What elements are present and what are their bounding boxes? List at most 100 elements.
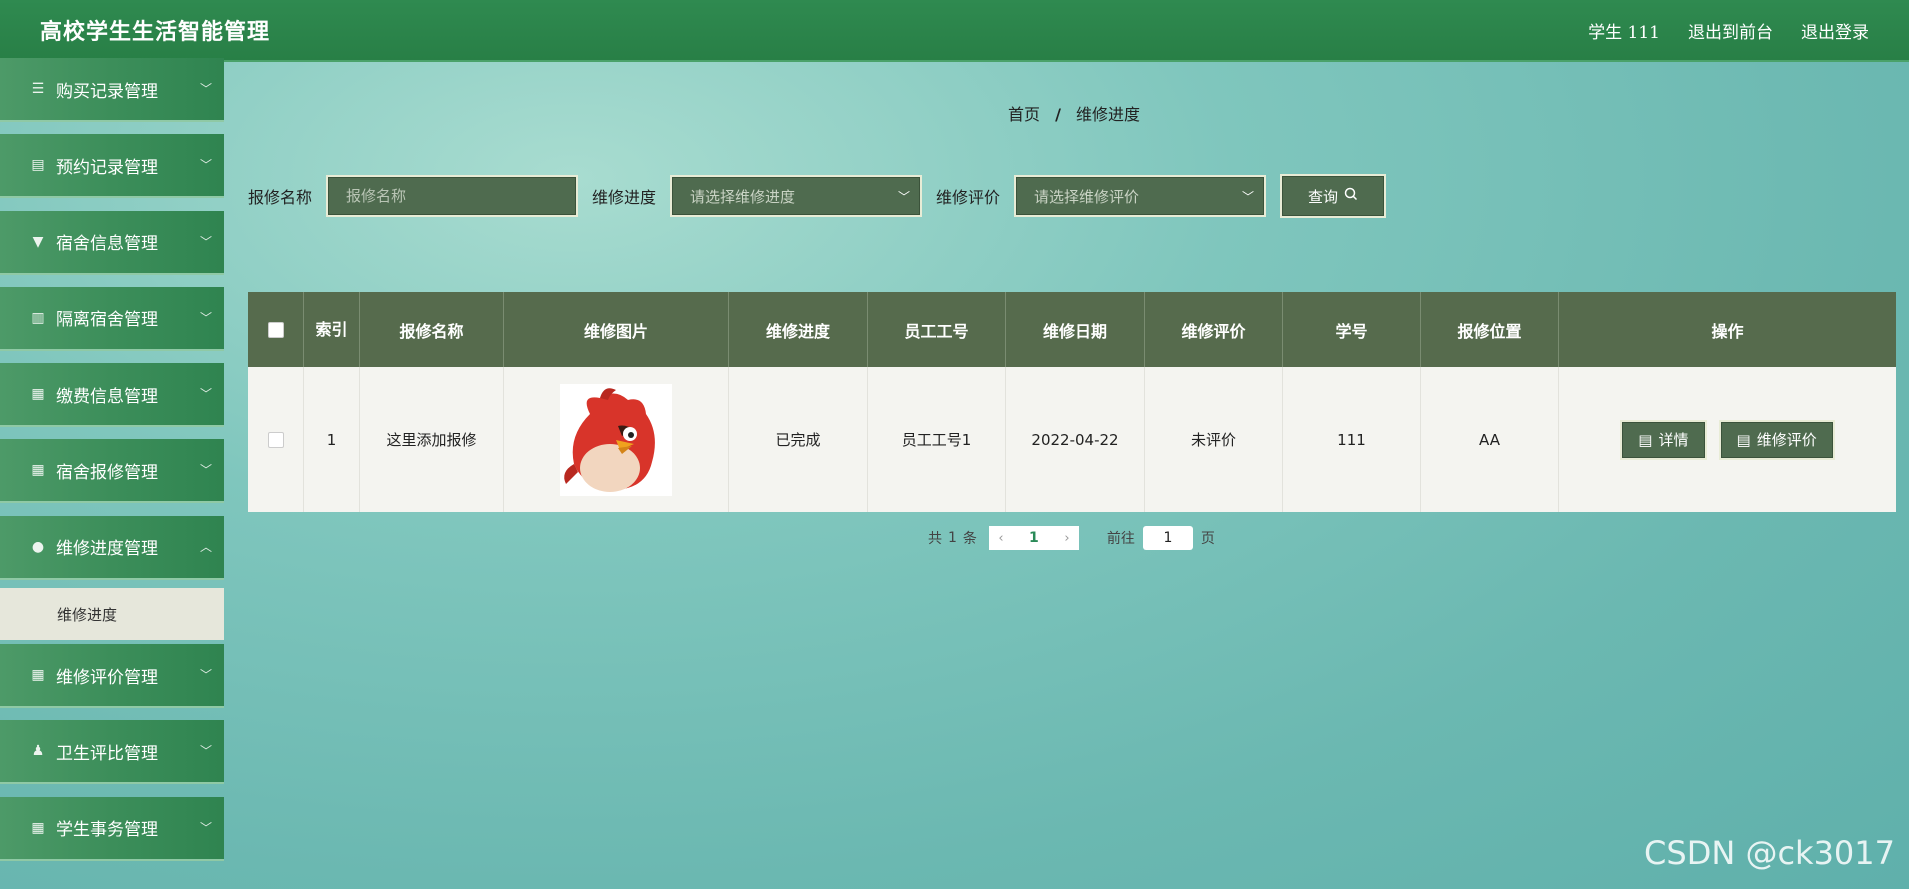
repair-image-thumbnail[interactable] bbox=[560, 383, 672, 496]
chevron-up-icon: ︿ bbox=[199, 539, 212, 554]
goto-label: 前往 bbox=[1106, 531, 1135, 547]
repair-eval-placeholder: 请选择维修评价 bbox=[1034, 187, 1140, 206]
sidebar-item-hygiene[interactable]: ♟ 卫生评比管理 ﹀ bbox=[0, 720, 224, 785]
cell-repair-location: AA bbox=[1421, 367, 1559, 512]
col-index: 索引 bbox=[304, 292, 360, 367]
evaluate-button-label: 维修评价 bbox=[1756, 431, 1817, 449]
cell-repair-progress: 已完成 bbox=[729, 367, 868, 512]
cell-student-no: 111 bbox=[1283, 367, 1421, 512]
chevron-down-icon: ﹀ bbox=[898, 190, 911, 204]
repair-eval-select[interactable]: 请选择维修评价 ﹀ bbox=[1014, 175, 1267, 217]
sidebar-item-repair-evaluation[interactable]: ▦ 维修评价管理 ﹀ bbox=[0, 644, 224, 709]
repair-name-input[interactable] bbox=[346, 187, 577, 205]
row-checkbox[interactable] bbox=[267, 431, 284, 448]
select-all-cell bbox=[248, 292, 304, 367]
cell-repair-name: 这里添加报修 bbox=[360, 367, 504, 512]
cell-repair-image bbox=[504, 367, 729, 512]
red-bird-icon bbox=[560, 383, 672, 496]
detail-button-label: 详情 bbox=[1658, 431, 1689, 449]
user-icon: ♟ bbox=[31, 743, 45, 760]
cell-index: 1 bbox=[304, 367, 360, 512]
breadcrumb-separator: / bbox=[1055, 105, 1061, 124]
chevron-down-icon: ﹀ bbox=[199, 310, 212, 325]
select-all-checkbox[interactable] bbox=[267, 321, 284, 338]
sidebar-item-purchase[interactable]: ☰ 购买记录管理 ﹀ bbox=[0, 58, 224, 122]
col-repair-date: 维修日期 bbox=[1006, 292, 1145, 367]
repair-eval-label: 维修评价 bbox=[936, 188, 1001, 207]
repair-name-label: 报修名称 bbox=[248, 188, 313, 207]
top-header: 高校学生生活智能管理 学生 111 退出到前台 退出登录 bbox=[0, 0, 1909, 62]
col-student-no: 学号 bbox=[1283, 292, 1421, 367]
cell-actions: ▤ 详情 ▤ 维修评价 bbox=[1559, 367, 1896, 512]
sidebar-item-repair-request[interactable]: ▦ 宿舍报修管理 ﹀ bbox=[0, 439, 224, 504]
page-suffix: 页 bbox=[1200, 531, 1215, 547]
grid-icon: ▦ bbox=[31, 819, 45, 836]
col-repair-eval: 维修评价 bbox=[1145, 292, 1283, 367]
evaluate-button[interactable]: ▤ 维修评价 bbox=[1718, 419, 1835, 460]
logout-link[interactable]: 退出登录 bbox=[1801, 18, 1869, 43]
sidebar-item-repair-progress[interactable]: ● 维修进度管理 ︿ bbox=[0, 515, 224, 580]
document-icon: ▤ bbox=[1736, 430, 1751, 449]
search-bar: 报修名称 维修进度 请选择维修进度 ﹀ 维修评价 请选择维修评价 ﹀ 查询 bbox=[248, 174, 1387, 218]
sidebar-item-label: 卫生评比管理 bbox=[56, 743, 158, 764]
sidebar-item-student-affairs[interactable]: ▦ 学生事务管理 ﹀ bbox=[0, 796, 224, 861]
cell-repair-eval: 未评价 bbox=[1145, 367, 1283, 512]
app-title: 高校学生生活智能管理 bbox=[40, 19, 271, 45]
sidebar-item-label: 维修进度管理 bbox=[56, 539, 158, 560]
pager-box: ‹ 1 › bbox=[988, 526, 1079, 550]
query-button[interactable]: 查询 bbox=[1280, 174, 1387, 218]
chevron-down-icon: ﹀ bbox=[1242, 190, 1255, 204]
repair-progress-table: 索引 报修名称 维修图片 维修进度 员工工号 维修日期 维修评价 学号 报修位置… bbox=[248, 292, 1896, 512]
sidebar-subitem-repair-progress[interactable]: 维修进度 bbox=[0, 588, 224, 641]
to-front-link[interactable]: 退出到前台 bbox=[1688, 18, 1773, 43]
grid-icon: ▦ bbox=[31, 667, 45, 684]
book-icon: ▥ bbox=[31, 309, 45, 326]
grid-icon: ▦ bbox=[31, 462, 45, 479]
row-select-cell bbox=[248, 367, 304, 512]
total-count: 1 bbox=[948, 530, 957, 546]
breadcrumb-home[interactable]: 首页 bbox=[1008, 105, 1040, 124]
sidebar-item-reservation[interactable]: ▤ 预约记录管理 ﹀ bbox=[0, 134, 224, 199]
document-icon: ▤ bbox=[31, 157, 45, 174]
location-icon: ● bbox=[31, 538, 45, 555]
current-page[interactable]: 1 bbox=[1013, 530, 1055, 546]
sidebar-item-label: 隔离宿舍管理 bbox=[56, 310, 158, 331]
repair-progress-label: 维修进度 bbox=[592, 188, 657, 207]
chevron-down-icon: ﹀ bbox=[199, 820, 212, 835]
goto-page-input[interactable]: 1 bbox=[1142, 526, 1193, 550]
repair-name-field[interactable] bbox=[326, 175, 579, 217]
detail-button[interactable]: ▤ 详情 bbox=[1620, 419, 1707, 460]
next-page-icon[interactable]: › bbox=[1055, 531, 1079, 546]
cell-staff-no: 员工工号1 bbox=[868, 367, 1006, 512]
grid-icon: ▦ bbox=[31, 386, 45, 403]
sidebar-item-payment[interactable]: ▦ 缴费信息管理 ﹀ bbox=[0, 363, 224, 428]
col-repair-location: 报修位置 bbox=[1421, 292, 1559, 367]
chevron-down-icon: ﹀ bbox=[199, 158, 212, 173]
chevron-down-icon: ﹀ bbox=[199, 463, 212, 478]
chevron-down-icon: ﹀ bbox=[199, 668, 212, 683]
document-icon: ▤ bbox=[1638, 430, 1653, 449]
breadcrumb-current: 维修进度 bbox=[1076, 105, 1141, 124]
sidebar-item-label: 宿舍报修管理 bbox=[56, 462, 158, 483]
search-icon bbox=[1344, 187, 1358, 205]
sidebar-item-dorm-info[interactable]: ▼ 宿舍信息管理 ﹀ bbox=[0, 210, 224, 275]
chevron-down-icon: ﹀ bbox=[199, 387, 212, 402]
repair-progress-select[interactable]: 请选择维修进度 ﹀ bbox=[670, 175, 923, 217]
sidebar-item-label: 缴费信息管理 bbox=[56, 386, 158, 407]
sidebar-item-isolation-dorm[interactable]: ▥ 隔离宿舍管理 ﹀ bbox=[0, 286, 224, 351]
col-actions: 操作 bbox=[1711, 321, 1744, 341]
chevron-down-icon: ﹀ bbox=[199, 82, 212, 96]
list-icon: ☰ bbox=[31, 81, 45, 97]
user-label: 学生 111 bbox=[1588, 22, 1660, 43]
total-prefix: 共 bbox=[928, 531, 942, 547]
col-staff-no: 员工工号 bbox=[868, 292, 1006, 367]
watermark: CSDN @ck3017 bbox=[1644, 834, 1895, 872]
breadcrumb: 首页 / 维修进度 bbox=[1008, 101, 1140, 125]
chevron-down-icon: ﹀ bbox=[199, 234, 212, 249]
header-actions: 学生 111 退出到前台 退出登录 bbox=[1588, 18, 1869, 43]
prev-page-icon[interactable]: ‹ bbox=[989, 531, 1013, 546]
chevron-down-icon: ﹀ bbox=[199, 744, 212, 759]
sidebar-item-label: 学生事务管理 bbox=[56, 820, 158, 841]
repair-progress-placeholder: 请选择维修进度 bbox=[690, 187, 796, 206]
table-header: 索引 报修名称 维修图片 维修进度 员工工号 维修日期 维修评价 学号 报修位置… bbox=[248, 292, 1896, 367]
